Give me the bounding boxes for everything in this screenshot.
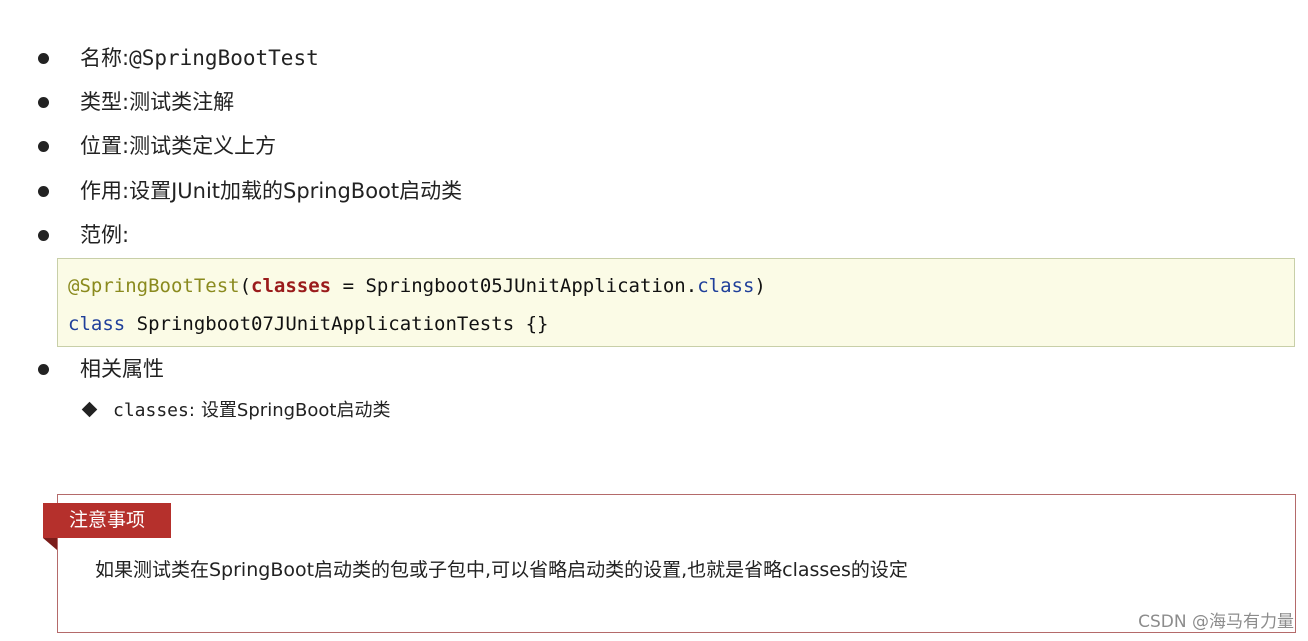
code-attribute: classes	[251, 275, 332, 297]
bullet-dot	[38, 229, 49, 241]
bullet-text: 作用:设置JUnit加载的SpringBoot启动类	[80, 171, 462, 211]
bullet-dot	[38, 140, 49, 152]
code-class-ref: Springboot05JUnitApplication.	[365, 275, 698, 297]
related-label: 相关属性	[80, 357, 164, 381]
related-item-classes: classes: 设置SpringBoot启动类	[80, 396, 390, 426]
related-item-name: classes	[113, 400, 189, 421]
note-tag: 注意事项	[43, 503, 171, 538]
related-item-sep: :	[188, 400, 195, 421]
bullet-value: 测试类注解	[129, 90, 235, 114]
bullet-label: 范例:	[80, 223, 130, 247]
diamond-bullet-icon	[81, 401, 98, 417]
watermark: CSDN @海马有力量	[1138, 612, 1294, 632]
bullet-label: 名称:	[80, 46, 130, 70]
bullet-text: 名称:@SpringBootTest	[80, 38, 319, 78]
bullet-dot	[38, 96, 49, 108]
bullet-text: 范例:	[80, 215, 129, 255]
code-line-1: @SpringBootTest(classes = Springboot05JU…	[68, 271, 766, 301]
bullet-value: 设置JUnit加载的SpringBoot启动类	[129, 179, 463, 203]
bullet-dot	[38, 185, 49, 197]
bullet-value: @SpringBootTest	[129, 46, 319, 70]
bullet-label: 类型:	[80, 90, 130, 114]
code-annotation: @SpringBootTest	[68, 275, 240, 297]
code-line-2: class Springboot07JUnitApplicationTests …	[68, 309, 548, 339]
bullet-dot	[38, 52, 49, 64]
related-item-desc: 设置SpringBoot启动类	[200, 400, 391, 421]
bullet-text: 类型:测试类注解	[80, 82, 234, 122]
code-paren-open: (	[239, 275, 252, 297]
bullet-text: 位置:测试类定义上方	[80, 126, 276, 166]
code-paren-close: )	[754, 275, 766, 297]
note-tag-fold	[43, 538, 57, 550]
bullet-label: 作用:	[80, 179, 130, 203]
bullet-value: 测试类定义上方	[129, 134, 277, 158]
code-rest: Springboot07JUnitApplicationTests {}	[125, 313, 549, 335]
code-equals: =	[331, 275, 366, 297]
code-keyword: class	[68, 313, 126, 335]
code-class-keyword: class	[697, 275, 755, 297]
code-example-block: @SpringBootTest(classes = Springboot05JU…	[57, 258, 1295, 347]
note-text: 如果测试类在SpringBoot启动类的包或子包中,可以省略启动类的设置,也就是…	[95, 559, 908, 581]
bullet-dot	[38, 363, 49, 375]
bullet-label: 位置:	[80, 134, 130, 158]
